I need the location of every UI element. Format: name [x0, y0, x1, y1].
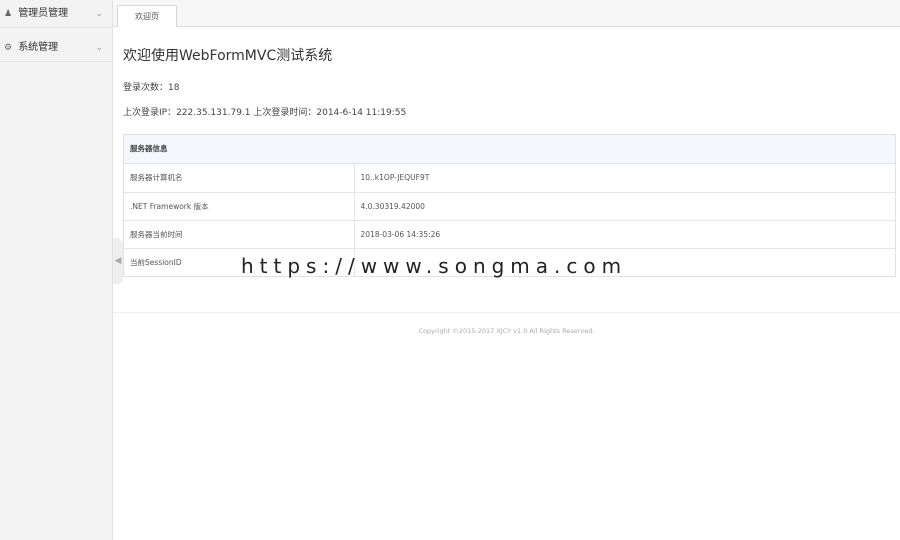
- divider: [113, 312, 900, 313]
- page-title: 欢迎使用WebFormMVC测试系统: [123, 48, 333, 64]
- chevron-down-icon: ⌄: [95, 9, 103, 19]
- framework-version-value: 4.0.30319.42000: [354, 192, 895, 221]
- table-row: 服务器计算机名 10..k1OP-JEQUF9T: [124, 164, 895, 193]
- main-content: 欢迎使用WebFormMVC测试系统 登录次数：18 上次登录IP：222.35…: [113, 27, 900, 540]
- sidebar-item-label: 管理员管理: [18, 8, 69, 19]
- table-row: .NET Framework 版本 4.0.30319.42000: [124, 192, 895, 221]
- sidebar-item-system-management[interactable]: ⚙ 系统管理 ⌄: [0, 34, 112, 62]
- last-login-info: 上次登录IP：222.35.131.79.1 上次登录时间：2014-6-14 …: [123, 108, 407, 118]
- server-time-label: 服务器当前时间: [124, 220, 355, 249]
- copyright-footer: Copyright ©2015-2017 XJCY v1.0 All Right…: [418, 327, 595, 335]
- framework-version-label: .NET Framework 版本: [124, 192, 355, 221]
- gear-icon: ⚙: [3, 43, 13, 53]
- login-count: 登录次数：18: [123, 83, 180, 93]
- server-name-value: 10..k1OP-JEQUF9T: [354, 164, 895, 193]
- tab-welcome[interactable]: 欢迎页: [117, 5, 177, 27]
- server-info-header: 服务器信息: [124, 135, 895, 164]
- watermark-text: https://www.songma.com: [241, 254, 628, 278]
- sidebar-item-label: 系统管理: [18, 42, 59, 53]
- server-time-value: 2018-03-06 14:35:26: [354, 220, 895, 249]
- table-row: 服务器当前时间 2018-03-06 14:35:26: [124, 220, 895, 249]
- app-window: ♟ 管理员管理 ⌄ ⚙ 系统管理 ⌄ ◀ 欢迎页 欢迎使用WebFormMVC测…: [0, 0, 900, 540]
- server-name-label: 服务器计算机名: [124, 164, 355, 193]
- sidebar-item-admin-management[interactable]: ♟ 管理员管理 ⌄: [0, 0, 112, 28]
- tab-bar: 欢迎页: [113, 0, 900, 27]
- sidebar: ♟ 管理员管理 ⌄ ⚙ 系统管理 ⌄: [0, 0, 113, 540]
- user-icon: ♟: [3, 9, 13, 19]
- chevron-down-icon: ⌄: [95, 43, 103, 53]
